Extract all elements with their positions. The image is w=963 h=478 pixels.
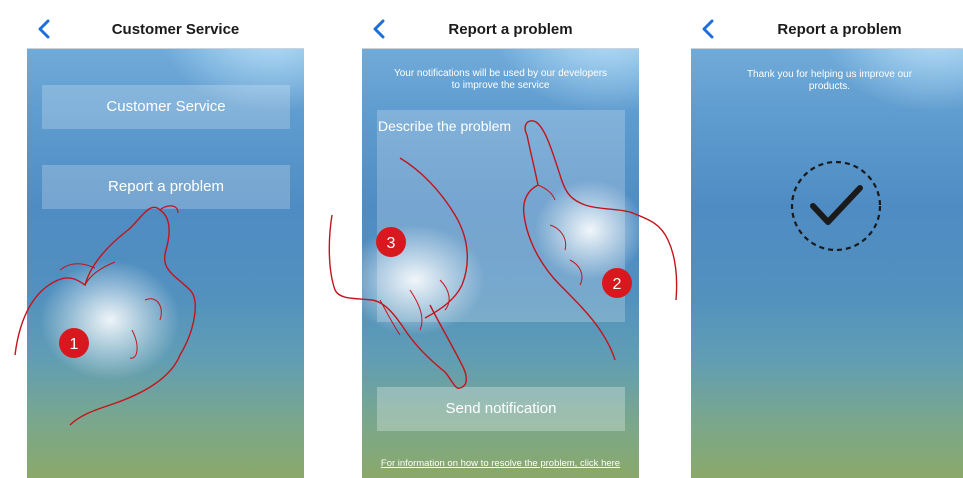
step-number: 1 [70,336,79,353]
step-number: 3 [387,235,396,252]
customer-service-button[interactable]: Customer Service [42,85,290,129]
help-link[interactable]: For information on how to resolve the pr… [362,458,639,469]
nav-bar: Customer Service [27,10,304,49]
nav-bar: Report a problem [691,10,963,49]
page-title: Report a problem [448,21,573,38]
send-notification-button[interactable]: Send notification [377,387,625,431]
page-title: Customer Service [111,21,240,38]
step-badge-1: 1 [59,328,89,358]
screen-customer-service: Customer Service Customer Service Report… [27,10,304,478]
page-title: Report a problem [777,21,902,38]
nav-bar: Report a problem [362,10,639,49]
chevron-left-icon[interactable] [35,18,55,40]
checkmark-circle-icon [790,160,882,252]
step-badge-2: 2 [602,268,632,298]
chevron-left-icon[interactable] [699,18,719,40]
problem-placeholder: Describe the problem [378,118,512,134]
report-problem-button[interactable]: Report a problem [42,165,290,209]
chevron-left-icon[interactable] [370,18,390,40]
thanks-message: Thank you for helping us improve our pro… [746,69,913,92]
screen-report-confirmation: Report a problem Thank you for helping u… [691,10,963,478]
step-number: 2 [613,276,622,293]
info-text: Your notifications will be used by our d… [393,68,608,91]
step-badge-3: 3 [376,227,406,257]
